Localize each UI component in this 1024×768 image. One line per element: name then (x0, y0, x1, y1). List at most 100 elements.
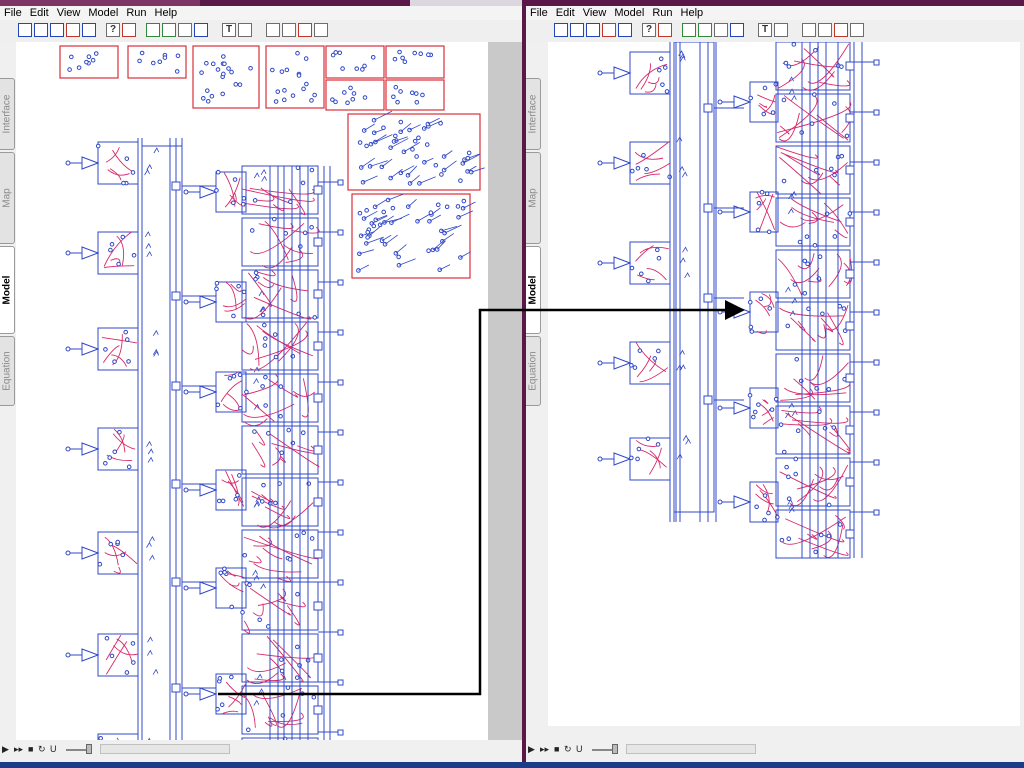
reset-button[interactable]: ↻ (38, 744, 46, 755)
rounded-rect-tool-icon[interactable] (618, 23, 632, 37)
model-canvas[interactable] (548, 42, 1020, 726)
brush-tool-icon[interactable] (282, 23, 296, 37)
numeric-display-icon[interactable] (194, 23, 208, 37)
connector-stub (791, 95, 797, 102)
flow-valve (613, 452, 632, 466)
menu-help[interactable]: Help (677, 6, 708, 20)
converter-node (104, 635, 110, 641)
converter-node (762, 493, 768, 498)
converter-node (220, 91, 225, 97)
ghost-tool-icon[interactable] (314, 23, 328, 37)
tab-interface[interactable]: Interface (0, 78, 15, 150)
rounded-rect-tool-icon[interactable] (82, 23, 96, 37)
fast-forward-button[interactable]: ▸▸ (540, 744, 549, 755)
converter-node (400, 55, 405, 61)
tab-map[interactable]: Map (0, 152, 15, 244)
dynamite-tool-icon[interactable] (834, 23, 848, 37)
flow-tool-icon[interactable] (570, 23, 584, 37)
graph-icon[interactable] (682, 23, 696, 37)
stop-square-button[interactable]: ■ (554, 744, 559, 754)
stop-icon[interactable] (122, 23, 136, 37)
cloud-node (65, 652, 71, 658)
speed-slider-thumb[interactable] (612, 744, 618, 754)
menu-edit[interactable]: Edit (552, 6, 579, 20)
converter-node (215, 169, 221, 175)
flow-junction (337, 579, 344, 586)
flow-junction (313, 549, 323, 559)
converter-node (69, 54, 74, 60)
dynamite-tool-icon[interactable] (298, 23, 312, 37)
table-icon[interactable] (162, 23, 176, 37)
horizontal-scrollbar[interactable] (100, 744, 230, 754)
knob-icon[interactable] (714, 23, 728, 37)
model-canvas[interactable] (16, 42, 488, 746)
converter-node (282, 88, 287, 93)
menu-help[interactable]: Help (151, 6, 182, 20)
converter-node (802, 258, 808, 264)
picture-icon[interactable] (774, 23, 788, 37)
flow-junction (845, 477, 855, 487)
converter-node (784, 464, 789, 470)
table-icon[interactable] (698, 23, 712, 37)
text-tool-icon[interactable]: T (758, 23, 772, 37)
connector-stub (146, 164, 153, 171)
reset-button[interactable]: ↻ (564, 744, 572, 755)
fast-forward-button[interactable]: ▸▸ (14, 744, 23, 755)
cloud-node (65, 446, 71, 452)
converter-node (103, 347, 108, 352)
flow-junction (873, 209, 880, 216)
menu-file[interactable]: File (0, 6, 26, 20)
converter-node (769, 407, 775, 412)
circle-tool-icon[interactable] (50, 23, 64, 37)
stop-icon[interactable] (658, 23, 672, 37)
menu-model[interactable]: Model (610, 6, 648, 20)
stop-square-button[interactable]: ■ (28, 744, 33, 754)
text-tool-icon[interactable]: T (222, 23, 236, 37)
help-icon[interactable]: ? (106, 23, 120, 37)
menu-run[interactable]: Run (648, 6, 676, 20)
menu-model[interactable]: Model (84, 6, 122, 20)
tab-equation[interactable]: Equation (526, 336, 541, 406)
rectangle-tool-icon[interactable] (18, 23, 32, 37)
flow-tool-icon[interactable] (34, 23, 48, 37)
tab-model[interactable]: Model (0, 246, 15, 334)
ghost-tool-icon[interactable] (850, 23, 864, 37)
connector (776, 146, 818, 159)
help-icon[interactable]: ? (642, 23, 656, 37)
knob-icon[interactable] (178, 23, 192, 37)
menu-view[interactable]: View (579, 6, 611, 20)
menu-view[interactable]: View (53, 6, 85, 20)
pointer-tool-icon[interactable] (266, 23, 280, 37)
tab-model[interactable]: Model (526, 246, 541, 334)
menu-edit[interactable]: Edit (26, 6, 53, 20)
flow-junction (313, 185, 323, 195)
menu-file[interactable]: File (526, 6, 552, 20)
speed-slider-thumb[interactable] (86, 744, 92, 754)
converter-node (629, 455, 634, 461)
connector (823, 202, 849, 234)
picture-icon[interactable] (238, 23, 252, 37)
tab-interface[interactable]: Interface (526, 78, 541, 150)
brush-tool-icon[interactable] (818, 23, 832, 37)
circle-tool-icon[interactable] (586, 23, 600, 37)
arrow-tool-icon[interactable] (602, 23, 616, 37)
pointer-tool-icon[interactable] (802, 23, 816, 37)
numeric-display-icon[interactable] (730, 23, 744, 37)
horizontal-scrollbar[interactable] (626, 744, 756, 754)
connector (250, 222, 305, 255)
menu-run[interactable]: Run (122, 6, 150, 20)
converter-node (333, 99, 338, 105)
converter-node (245, 727, 251, 733)
tab-equation[interactable]: Equation (0, 336, 15, 406)
stock-box (241, 529, 319, 579)
flow-junction (873, 509, 880, 516)
tab-map[interactable]: Map (526, 152, 541, 244)
graph-icon[interactable] (146, 23, 160, 37)
rectangle-tool-icon[interactable] (554, 23, 568, 37)
play-button[interactable]: ▶ (2, 744, 9, 755)
converter-node (221, 54, 226, 59)
play-button[interactable]: ▶ (528, 744, 535, 755)
arrow-tool-icon[interactable] (66, 23, 80, 37)
vertical-scrollbar[interactable] (488, 42, 522, 746)
converter-node (214, 280, 220, 286)
